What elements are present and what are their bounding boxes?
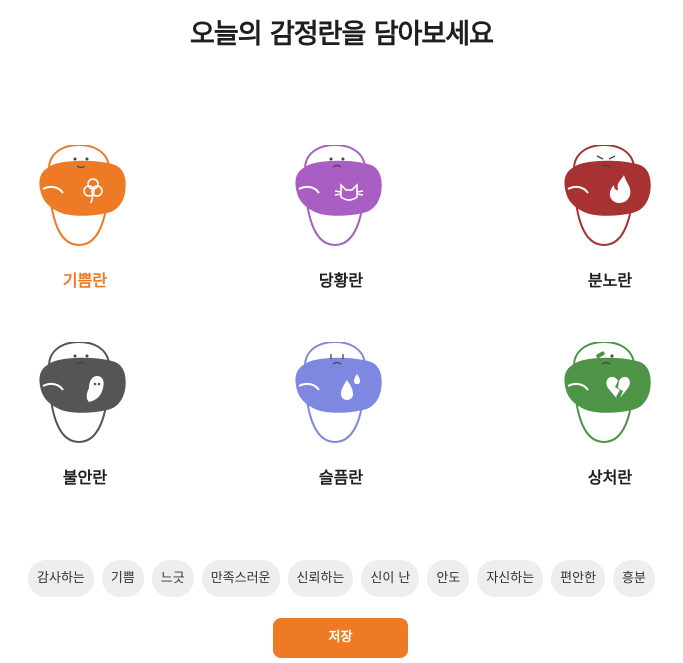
chip-keyword[interactable]: 신뢰하는	[287, 560, 354, 597]
emotion-card-joy[interactable]: 기쁨란	[15, 145, 155, 315]
chip-keyword[interactable]: 자신하는	[477, 560, 544, 597]
page-title: 오늘의 감정란을 담아보세요	[190, 19, 494, 50]
emotion-keyword-chips: 감사하는 기쁨 느긋 만족스러운 신뢰하는 신이 난 안도 자신하는 편안한 흥…	[0, 560, 683, 597]
emotion-card-anger[interactable]: 분노란	[540, 145, 680, 315]
embarrassed-egg-icon	[295, 145, 382, 247]
emotion-label: 슬픔란	[318, 468, 364, 487]
anger-egg-icon	[564, 145, 651, 247]
emotion-label: 기쁨란	[62, 271, 108, 290]
chip-keyword[interactable]: 만족스러운	[201, 560, 280, 597]
chip-keyword[interactable]: 안도	[427, 560, 470, 597]
chip-keyword[interactable]: 기쁨	[101, 560, 144, 597]
emotion-label: 분노란	[587, 271, 633, 290]
emotion-card-anxiety[interactable]: 불안란	[15, 342, 155, 512]
chip-keyword[interactable]: 감사하는	[28, 560, 94, 597]
emotion-label: 불안란	[62, 468, 108, 487]
emotion-label: 상처란	[587, 468, 633, 487]
anxiety-egg-icon	[39, 342, 126, 444]
chip-keyword[interactable]: 흥분	[613, 560, 655, 597]
joy-egg-icon	[39, 145, 126, 247]
sadness-egg-icon	[295, 342, 382, 444]
emotion-card-embarrassed[interactable]: 당황란	[271, 145, 411, 315]
emotion-card-sadness[interactable]: 슬픔란	[271, 342, 411, 512]
hurt-egg-icon	[564, 342, 651, 444]
chip-keyword[interactable]: 편안한	[551, 560, 606, 597]
chip-keyword[interactable]: 느긋	[151, 560, 194, 597]
save-button[interactable]: 저장	[273, 618, 408, 658]
emotion-card-hurt[interactable]: 상처란	[540, 342, 680, 512]
chip-keyword[interactable]: 신이 난	[361, 560, 420, 597]
emotion-label: 당황란	[318, 271, 364, 290]
